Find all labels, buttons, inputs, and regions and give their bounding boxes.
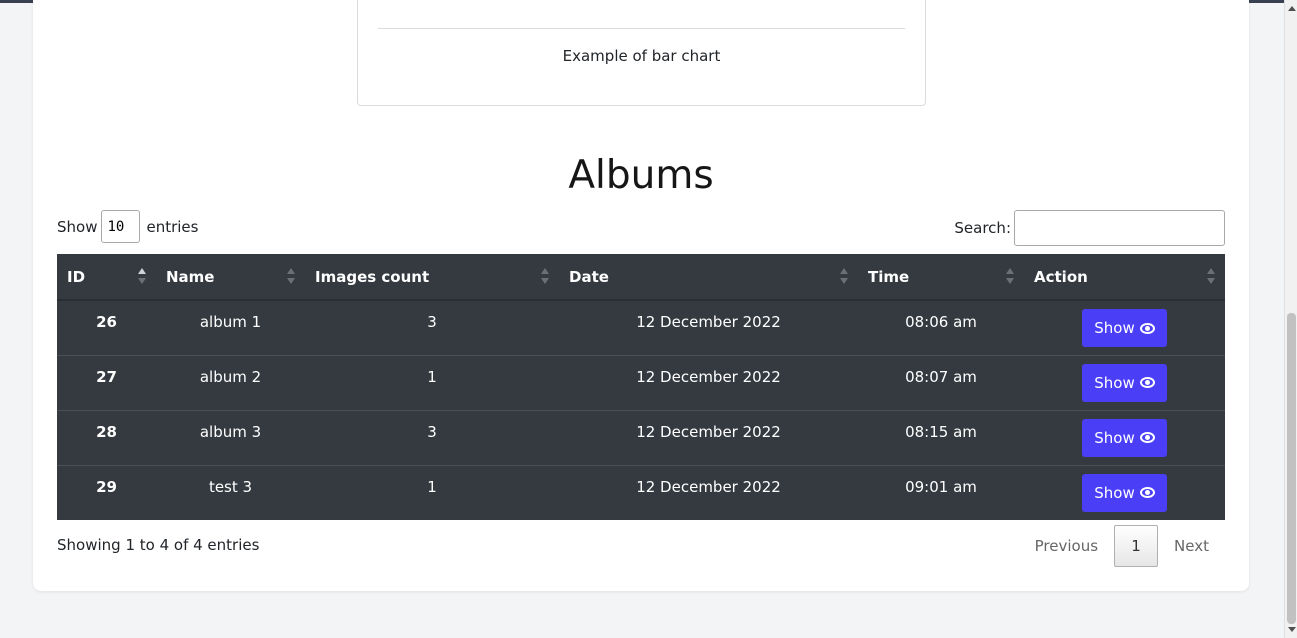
table-row: 28 album 3 3 12 December 2022 08:15 am S… [57, 409, 1225, 465]
cell-name: album 2 [156, 354, 305, 410]
cell-action: Show [1024, 299, 1225, 355]
cell-name: album 3 [156, 409, 305, 465]
search-filter: Search: [954, 210, 1225, 246]
search-input[interactable] [1014, 210, 1225, 246]
scroll-down-arrow-icon[interactable] [1288, 627, 1296, 632]
vertical-scrollbar[interactable] [1284, 0, 1297, 638]
eye-icon [1139, 377, 1155, 388]
entries-length-control: Show 10 entries [57, 210, 198, 243]
show-album-button[interactable]: Show [1082, 309, 1167, 347]
cell-date: 12 December 2022 [559, 299, 858, 355]
table-row: 27 album 2 1 12 December 2022 08:07 am S… [57, 354, 1225, 410]
cell-images-count: 1 [305, 464, 559, 520]
cell-action: Show [1024, 464, 1225, 520]
cell-id: 27 [57, 354, 156, 410]
eye-icon [1139, 322, 1155, 334]
albums-table: ID Name Images count Date Time Action 26… [57, 254, 1225, 520]
column-header-label: ID [67, 267, 86, 286]
page-1-button[interactable]: 1 [1114, 525, 1159, 567]
table-header-row: ID Name Images count Date Time Action [57, 254, 1225, 301]
length-prefix: Show [57, 217, 98, 236]
show-album-button[interactable]: Show [1082, 418, 1167, 457]
cell-date: 12 December 2022 [559, 409, 858, 465]
column-header-date[interactable]: Date [559, 254, 858, 301]
cell-id: 26 [57, 299, 156, 355]
entries-per-page-select[interactable]: 10 [101, 210, 141, 243]
cell-id: 29 [57, 464, 156, 520]
sort-icon [287, 268, 295, 286]
content-card: Example of bar chart Albums Show 10 entr… [33, 0, 1249, 591]
pagination: Previous 1 Next [1019, 525, 1225, 567]
scroll-up-arrow-icon[interactable] [1288, 6, 1296, 11]
chart-card: Example of bar chart [357, 0, 926, 106]
cell-images-count: 1 [305, 354, 559, 410]
cell-time: 09:01 am [858, 464, 1024, 520]
column-header-label: Images count [315, 267, 430, 286]
length-suffix: entries [146, 217, 199, 236]
show-button-label: Show [1094, 483, 1135, 502]
column-header-id[interactable]: ID [57, 254, 156, 301]
scrollbar-thumb[interactable] [1287, 313, 1296, 624]
albums-title: Albums [568, 153, 714, 198]
previous-page-button[interactable]: Previous [1019, 537, 1114, 555]
chart-caption: Example of bar chart [562, 47, 721, 65]
show-button-label: Show [1094, 428, 1135, 447]
sort-icon [1207, 268, 1215, 286]
cell-action: Show [1024, 409, 1225, 465]
cell-action: Show [1024, 354, 1225, 410]
search-label: Search: [954, 219, 1011, 237]
eye-icon [1139, 487, 1155, 498]
cell-id: 28 [57, 409, 156, 465]
cell-time: 08:06 am [858, 299, 1024, 355]
show-button-label: Show [1094, 319, 1135, 337]
sort-icon [138, 268, 146, 286]
cell-date: 12 December 2022 [559, 464, 858, 520]
column-header-label: Date [569, 267, 609, 286]
column-header-name[interactable]: Name [156, 254, 305, 301]
show-album-button[interactable]: Show [1082, 473, 1167, 512]
sort-icon [840, 268, 848, 286]
column-header-action[interactable]: Action [1024, 254, 1225, 301]
cell-name: test 3 [156, 464, 305, 520]
column-header-label: Name [166, 267, 215, 286]
column-header-label: Time [868, 267, 910, 286]
eye-icon [1139, 432, 1155, 443]
table-info: Showing 1 to 4 of 4 entries [57, 536, 260, 554]
table-row: 29 test 3 1 12 December 2022 09:01 am Sh… [57, 464, 1225, 520]
column-header-label: Action [1034, 267, 1088, 286]
chart-divider [378, 28, 905, 29]
next-page-button[interactable]: Next [1158, 537, 1225, 555]
column-header-time[interactable]: Time [858, 254, 1024, 301]
cell-images-count: 3 [305, 409, 559, 465]
table-row: 26 album 1 3 12 December 2022 08:06 am S… [57, 299, 1225, 355]
column-header-images-count[interactable]: Images count [305, 254, 559, 301]
cell-images-count: 3 [305, 299, 559, 355]
cell-time: 08:15 am [858, 409, 1024, 465]
show-album-button[interactable]: Show [1082, 363, 1167, 402]
show-button-label: Show [1094, 373, 1135, 392]
cell-time: 08:07 am [858, 354, 1024, 410]
cell-name: album 1 [156, 299, 305, 355]
sort-icon [1006, 268, 1014, 286]
cell-date: 12 December 2022 [559, 354, 858, 410]
sort-icon [541, 268, 549, 286]
